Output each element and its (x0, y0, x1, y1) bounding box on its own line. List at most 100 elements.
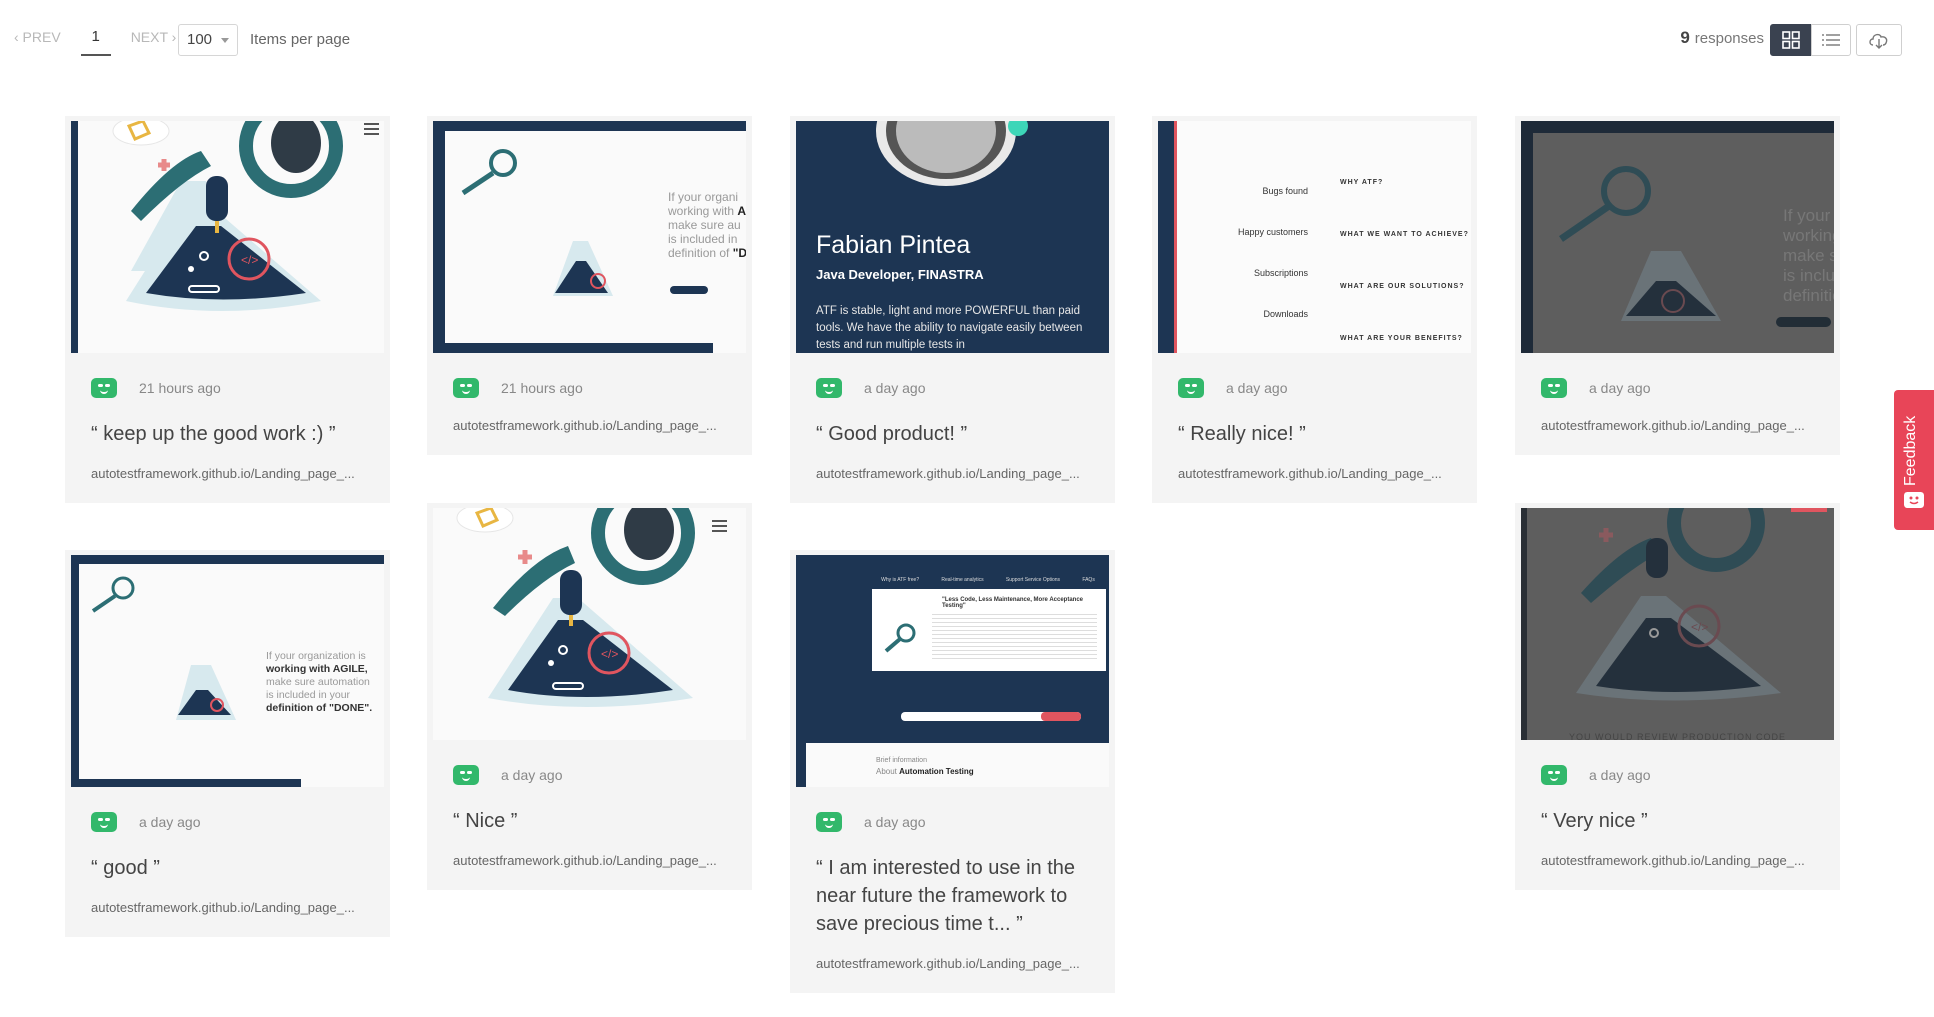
response-card[interactable]: </> a day ago “ Nice ” autotestframework… (427, 503, 752, 890)
svg-text:definitio: definitio (1783, 286, 1834, 305)
section-headings: WHY ATF? WHAT WE WANT TO ACHIEVE? WHAT A… (1340, 157, 1470, 353)
response-card[interactable]: </> YOU WOULD REVIEW PRODUCTION CODE a d… (1515, 503, 1840, 890)
landing-page-preview: If your organi working with A make sure … (433, 121, 746, 353)
smiley-rating-icon (1541, 378, 1567, 398)
response-card[interactable]: Fabian Pintea Java Developer, FINASTRA A… (790, 116, 1115, 503)
response-card[interactable]: If your organi working with A make sure … (427, 116, 752, 455)
svg-text:</>: </> (601, 647, 618, 661)
section-heading: WHY ATF? (1340, 179, 1384, 186)
svg-text:working: working (1782, 226, 1834, 245)
response-card[interactable]: If your o working make s is inclu defini… (1515, 116, 1840, 455)
cloud-download-icon (1869, 33, 1888, 49)
response-comment: “ I am interested to use in the near fut… (816, 857, 1076, 935)
section-heading: WHAT ARE OUR SOLUTIONS? (1340, 283, 1465, 290)
svg-text:definition of "D: definition of "D (668, 246, 746, 260)
screenshot-thumbnail[interactable]: </> (433, 508, 746, 740)
svg-text:make sure au: make sure au (668, 218, 741, 232)
screenshot-thumbnail[interactable]: If your organi working with A make sure … (433, 121, 746, 353)
response-time: a day ago (1589, 380, 1651, 396)
hero-line: working with AGILE, (266, 663, 368, 675)
items-per-page-value: 100 (187, 31, 213, 48)
response-url[interactable]: autotestframework.github.io/Landing_page… (816, 956, 1095, 993)
screenshot-thumbnail[interactable]: </> YOU WOULD REVIEW PRODUCTION CODE (1521, 508, 1834, 740)
avatar (876, 121, 1028, 186)
list-view-button[interactable] (1811, 24, 1851, 56)
response-url[interactable]: autotestframework.github.io/Landing_page… (816, 466, 1095, 503)
smiley-rating-icon (91, 812, 117, 832)
response-comment: “ keep up the good work :) ” (91, 423, 336, 445)
response-comment: “ Really nice! ” (1178, 423, 1306, 445)
feedback-smiley-icon (1904, 492, 1924, 508)
stat-label: Bugs found (1262, 186, 1308, 196)
items-per-page-label: Items per page (250, 31, 351, 48)
response-url[interactable]: autotestframework.github.io/Landing_page… (453, 853, 732, 890)
screenshot-thumbnail[interactable]: Fabian Pintea Java Developer, FINASTRA A… (796, 121, 1109, 353)
svg-text:working with A: working with A (667, 204, 746, 218)
feedback-tab[interactable]: Feedback (1894, 390, 1934, 530)
response-url[interactable]: autotestframework.github.io/Landing_page… (1541, 853, 1820, 890)
responses-count: 9 responses (1680, 28, 1764, 48)
svg-text:is included in: is included in (668, 232, 737, 246)
magnifier-icon (884, 623, 916, 653)
screenshot-thumbnail[interactable]: If your o working make s is inclu defini… (1521, 121, 1834, 353)
stat-label: Subscriptions (1253, 268, 1308, 278)
response-card[interactable]: </> 21 hours ago “ keep up the good work… (65, 116, 390, 503)
svg-text:is inclu: is inclu (1783, 266, 1834, 285)
preview-footer: Brief information About Automation Testi… (806, 743, 1109, 787)
responses-label: responses (1694, 30, 1764, 47)
response-card[interactable]: Bugs found Happy customers Subscriptions… (1152, 116, 1477, 503)
testimonial-role: Java Developer, FINASTRA (816, 267, 984, 282)
response-time: a day ago (139, 814, 201, 830)
thumbnail-caption: YOU WOULD REVIEW PRODUCTION CODE (1569, 732, 1787, 740)
preview-tab: Support Service Options (1005, 577, 1061, 583)
smiley-rating-icon (453, 765, 479, 785)
response-time: 21 hours ago (139, 380, 221, 396)
current-page[interactable]: 1 (80, 28, 111, 56)
response-url[interactable]: autotestframework.github.io/Landing_page… (91, 466, 370, 503)
screenshot-thumbnail[interactable]: </> (71, 121, 384, 353)
prev-page-link[interactable]: ‹ PREV (14, 29, 61, 45)
response-url[interactable]: autotestframework.github.io/Landing_page… (453, 418, 732, 455)
response-url[interactable]: autotestframework.github.io/Landing_page… (1178, 466, 1457, 503)
next-page-link[interactable]: NEXT › (131, 29, 177, 45)
testimonial-name: Fabian Pintea (816, 231, 971, 259)
response-card[interactable]: Why is ATF free? Real-time analytics Sup… (790, 550, 1115, 993)
feedback-label: Feedback (1902, 415, 1919, 486)
brief-label: Brief information (876, 757, 927, 764)
screenshot-thumbnail[interactable]: If your organization is working with AGI… (71, 555, 384, 787)
hero-line: definition of "DONE". (266, 702, 373, 714)
download-button[interactable] (1856, 24, 1902, 56)
dimmed-flask-illustration: If your o working make s is inclu defini… (1521, 121, 1834, 353)
smiley-rating-icon (91, 378, 117, 398)
preview-tab: Why is ATF free? (881, 577, 920, 583)
grid-view-button[interactable] (1770, 24, 1812, 56)
stat-label: Downloads (1263, 309, 1308, 319)
svg-text:</>: </> (241, 253, 258, 267)
preview-tab: Real-time analytics (941, 577, 984, 583)
dimmed-flask-illustration: </> (1521, 508, 1827, 740)
response-comment: “ Good product! ” (816, 423, 968, 445)
response-comment: “ Very nice ” (1541, 810, 1648, 832)
preview-tabs: Why is ATF free? Real-time analytics Sup… (870, 577, 1106, 589)
hero-text: If your organization is working with AGI… (266, 650, 372, 715)
testimonial-text: ATF is stable, light and more POWERFUL t… (816, 305, 1083, 351)
response-time: a day ago (864, 380, 926, 396)
preview-text-lines (932, 611, 1097, 661)
preview-input (901, 712, 1081, 721)
stats-list: Bugs found Happy customers Subscriptions… (1228, 171, 1308, 335)
response-url[interactable]: autotestframework.github.io/Landing_page… (91, 900, 370, 937)
response-card[interactable]: If your organization is working with AGI… (65, 550, 390, 937)
smiley-rating-icon (1178, 378, 1204, 398)
preview-panel: "Less Code, Less Maintenance, More Accep… (872, 589, 1106, 671)
svg-text:make s: make s (1783, 246, 1834, 265)
flask-illustration: </> (71, 121, 379, 353)
responses-number: 9 (1680, 28, 1690, 47)
screenshot-thumbnail[interactable]: Why is ATF free? Real-time analytics Sup… (796, 555, 1109, 787)
screenshot-thumbnail[interactable]: Bugs found Happy customers Subscriptions… (1158, 121, 1471, 353)
hero-line: make sure automation (266, 676, 370, 688)
response-url[interactable]: autotestframework.github.io/Landing_page… (1541, 418, 1820, 455)
hero-line: is included in your (266, 689, 351, 701)
items-per-page-select[interactable]: 100 (178, 24, 238, 56)
smiley-rating-icon (816, 378, 842, 398)
svg-text:If your o: If your o (1783, 206, 1834, 225)
